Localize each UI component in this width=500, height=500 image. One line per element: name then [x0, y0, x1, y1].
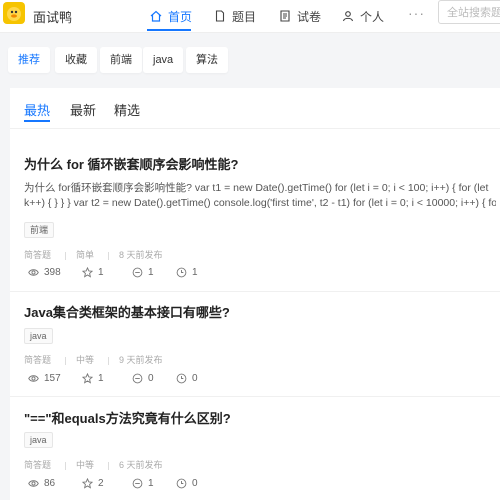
clock-icon [176, 267, 187, 278]
category-algorithm[interactable]: 算法 [186, 47, 228, 73]
views-count: 157 [44, 373, 61, 384]
question-tag[interactable]: java [24, 328, 53, 344]
search-input[interactable]: 全站搜索题 [438, 0, 500, 24]
question-title[interactable]: 为什么 for 循环嵌套顺序会影响性能? [24, 154, 239, 173]
question-difficulty: 简单 [76, 250, 95, 260]
divider [108, 356, 110, 365]
likes-count: 1 [98, 267, 104, 278]
category-frontend[interactable]: 前端 [100, 47, 142, 73]
question-stats: 398 1 1 1 [28, 267, 488, 283]
app-name[interactable]: 面试鸭 [33, 7, 72, 26]
views-stat: 157 [28, 373, 61, 384]
favorites-count: 0 [192, 478, 198, 489]
clock-icon [176, 373, 187, 384]
nav-item-papers[interactable]: 试卷 [279, 7, 321, 25]
like-button[interactable]: 2 [82, 478, 104, 489]
eye-icon [28, 480, 39, 487]
question-stats: 86 2 1 0 [28, 478, 488, 494]
question-tag[interactable]: java [24, 432, 53, 448]
favorite-button[interactable]: 1 [176, 267, 198, 278]
nav-active-indicator [147, 29, 191, 31]
category-favorites[interactable]: 收藏 [55, 47, 97, 73]
views-stat: 86 [28, 478, 55, 489]
question-meta: 简答题 中等 9 天前发布 [24, 353, 177, 367]
question-time: 6 天前发布 [119, 460, 163, 470]
question-type: 简答题 [24, 355, 52, 365]
category-recommend[interactable]: 推荐 [8, 47, 50, 73]
favorite-button[interactable]: 0 [176, 373, 198, 384]
divider [10, 396, 500, 397]
category-bar: 推荐 收藏 前端 java 算法 [0, 42, 500, 78]
tab-hottest[interactable]: 最热 [24, 100, 50, 119]
divider [65, 251, 67, 260]
comment-button[interactable]: 0 [132, 373, 154, 384]
clock-icon [176, 478, 187, 489]
like-button[interactable]: 1 [82, 267, 104, 278]
paper-icon [280, 10, 290, 22]
category-java[interactable]: java [143, 47, 184, 73]
question-meta: 简答题 中等 6 天前发布 [24, 458, 177, 472]
file-icon [215, 10, 225, 22]
views-count: 398 [44, 267, 61, 278]
comment-button[interactable]: 1 [132, 267, 154, 278]
nav-label: 首页 [168, 9, 193, 24]
star-icon [82, 267, 93, 278]
question-list-card: 最热 最新 精选 为什么 for 循环嵌套顺序会影响性能? 为什么 for循环嵌… [10, 88, 500, 500]
favorite-button[interactable]: 0 [176, 478, 198, 489]
eye-icon [28, 269, 39, 276]
divider [108, 461, 110, 470]
divider [10, 291, 500, 292]
nav-item-home[interactable]: 首页 [150, 7, 192, 25]
comments-count: 0 [148, 373, 154, 384]
nav-label: 试卷 [297, 9, 322, 24]
question-time: 9 天前发布 [119, 355, 163, 365]
divider [10, 128, 500, 129]
star-icon [82, 373, 93, 384]
more-menu[interactable]: ··· [408, 5, 425, 21]
comments-count: 1 [148, 478, 154, 489]
nav-item-profile[interactable]: 个人 [342, 7, 384, 25]
question-title[interactable]: Java集合类框架的基本接口有哪些? [24, 302, 230, 321]
comment-icon [132, 478, 143, 489]
likes-count: 1 [98, 373, 104, 384]
favorites-count: 1 [192, 267, 198, 278]
duck-logo-icon[interactable] [3, 2, 25, 24]
divider [65, 356, 67, 365]
question-title[interactable]: "=="和equals方法究竟有什么区别? [24, 408, 231, 427]
views-stat: 398 [28, 267, 61, 278]
divider [108, 251, 110, 260]
tab-featured[interactable]: 精选 [114, 100, 140, 119]
question-type: 简答题 [24, 250, 52, 260]
question-difficulty: 中等 [76, 460, 95, 470]
nav-label: 题目 [232, 9, 257, 24]
home-icon [150, 10, 162, 22]
like-button[interactable]: 1 [82, 373, 104, 384]
favorites-count: 0 [192, 373, 198, 384]
likes-count: 2 [98, 478, 104, 489]
comment-icon [132, 373, 143, 384]
question-tag[interactable]: 前端 [24, 222, 55, 238]
question-stats: 157 1 0 0 [28, 373, 488, 389]
eye-icon [28, 375, 39, 382]
top-navbar: 面试鸭 首页 题目 试卷 个人 ··· 全站搜索题 [0, 0, 500, 33]
divider [65, 461, 67, 470]
star-icon [82, 478, 93, 489]
nav-item-questions[interactable]: 题目 [214, 7, 256, 25]
comment-icon [132, 267, 143, 278]
question-difficulty: 中等 [76, 355, 95, 365]
question-desc-line: k++) { } } } var t2 = new Date().getTime… [24, 197, 496, 209]
user-icon [342, 11, 354, 22]
tab-latest[interactable]: 最新 [70, 100, 96, 119]
nav-label: 个人 [360, 9, 385, 24]
comment-button[interactable]: 1 [132, 478, 154, 489]
comments-count: 1 [148, 267, 154, 278]
views-count: 86 [44, 478, 56, 489]
question-time: 8 天前发布 [119, 250, 163, 260]
question-meta: 简答题 简单 8 天前发布 [24, 248, 177, 262]
tab-active-indicator [24, 120, 50, 122]
question-type: 简答题 [24, 460, 52, 470]
